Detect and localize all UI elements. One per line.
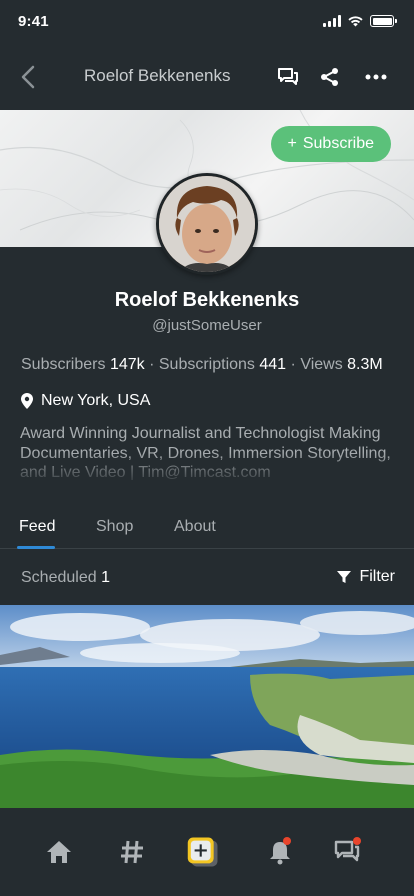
subscriptions-stat[interactable]: Subscriptions 441 bbox=[159, 356, 286, 373]
profile-location: New York, USA bbox=[21, 392, 150, 410]
views-stat: Views 8.3M bbox=[300, 356, 383, 373]
scheduled-posts[interactable]: Scheduled 1 bbox=[21, 569, 110, 587]
profile-tabs: Feed Shop About bbox=[0, 505, 414, 549]
signal-icon bbox=[323, 15, 341, 27]
chevron-left-icon bbox=[21, 65, 35, 89]
tab-indicator bbox=[17, 546, 55, 549]
chat-icon bbox=[278, 68, 298, 85]
tab-shop[interactable]: Shop bbox=[96, 518, 133, 536]
location-pin-icon bbox=[21, 393, 33, 409]
share-button[interactable] bbox=[315, 62, 345, 92]
plus-icon: + bbox=[287, 135, 297, 152]
more-icon bbox=[365, 74, 387, 80]
tab-feed[interactable]: Feed bbox=[19, 518, 55, 536]
page-title: Roelof Bekkenenks bbox=[84, 66, 231, 85]
avatar[interactable] bbox=[156, 173, 258, 275]
notification-badge bbox=[283, 837, 291, 845]
battery-icon bbox=[370, 15, 397, 27]
subscribers-stat[interactable]: Subscribers 147k bbox=[21, 356, 145, 373]
share-icon bbox=[321, 68, 338, 86]
tab-about[interactable]: About bbox=[174, 518, 216, 536]
subscribe-label: Subscribe bbox=[302, 135, 374, 152]
location-text: New York, USA bbox=[41, 392, 151, 409]
profile-handle: @justSomeUser bbox=[152, 317, 262, 334]
back-button[interactable] bbox=[12, 60, 44, 94]
bottom-tab-bar bbox=[0, 808, 414, 896]
more-button[interactable] bbox=[361, 62, 391, 92]
chat-button[interactable] bbox=[273, 62, 303, 92]
home-icon bbox=[47, 841, 71, 863]
profile-name: Roelof Bekkenenks bbox=[114, 289, 300, 311]
messages-tab[interactable] bbox=[331, 836, 363, 868]
filter-label: Filter bbox=[359, 568, 395, 585]
separator: · bbox=[290, 356, 296, 373]
avatar-photo bbox=[159, 176, 255, 272]
status-time: 9:41 bbox=[18, 13, 49, 30]
top-nav-bar: Roelof Bekkenenks bbox=[0, 44, 414, 110]
home-tab[interactable] bbox=[43, 836, 75, 868]
notifications-tab[interactable] bbox=[264, 836, 296, 868]
messages-badge bbox=[353, 837, 361, 845]
filter-icon bbox=[337, 571, 352, 583]
add-post-icon bbox=[187, 837, 218, 867]
filter-button[interactable]: Filter bbox=[337, 568, 395, 586]
landscape-photo bbox=[0, 605, 414, 808]
status-icons bbox=[323, 15, 397, 27]
bio-fade bbox=[0, 452, 414, 482]
subscribe-button[interactable]: + Subscribe bbox=[270, 126, 391, 162]
feed-post-image[interactable] bbox=[0, 605, 414, 808]
separator: · bbox=[149, 356, 155, 373]
feed-header: Scheduled 1 Filter bbox=[0, 550, 414, 604]
profile-stats: Subscribers 147k · Subscriptions 441 · V… bbox=[21, 356, 383, 374]
add-post-tab[interactable] bbox=[187, 836, 219, 868]
wifi-icon bbox=[348, 16, 363, 27]
status-bar: 9:41 bbox=[0, 0, 414, 44]
explore-tab[interactable] bbox=[116, 836, 148, 868]
hashtag-icon bbox=[121, 840, 143, 864]
